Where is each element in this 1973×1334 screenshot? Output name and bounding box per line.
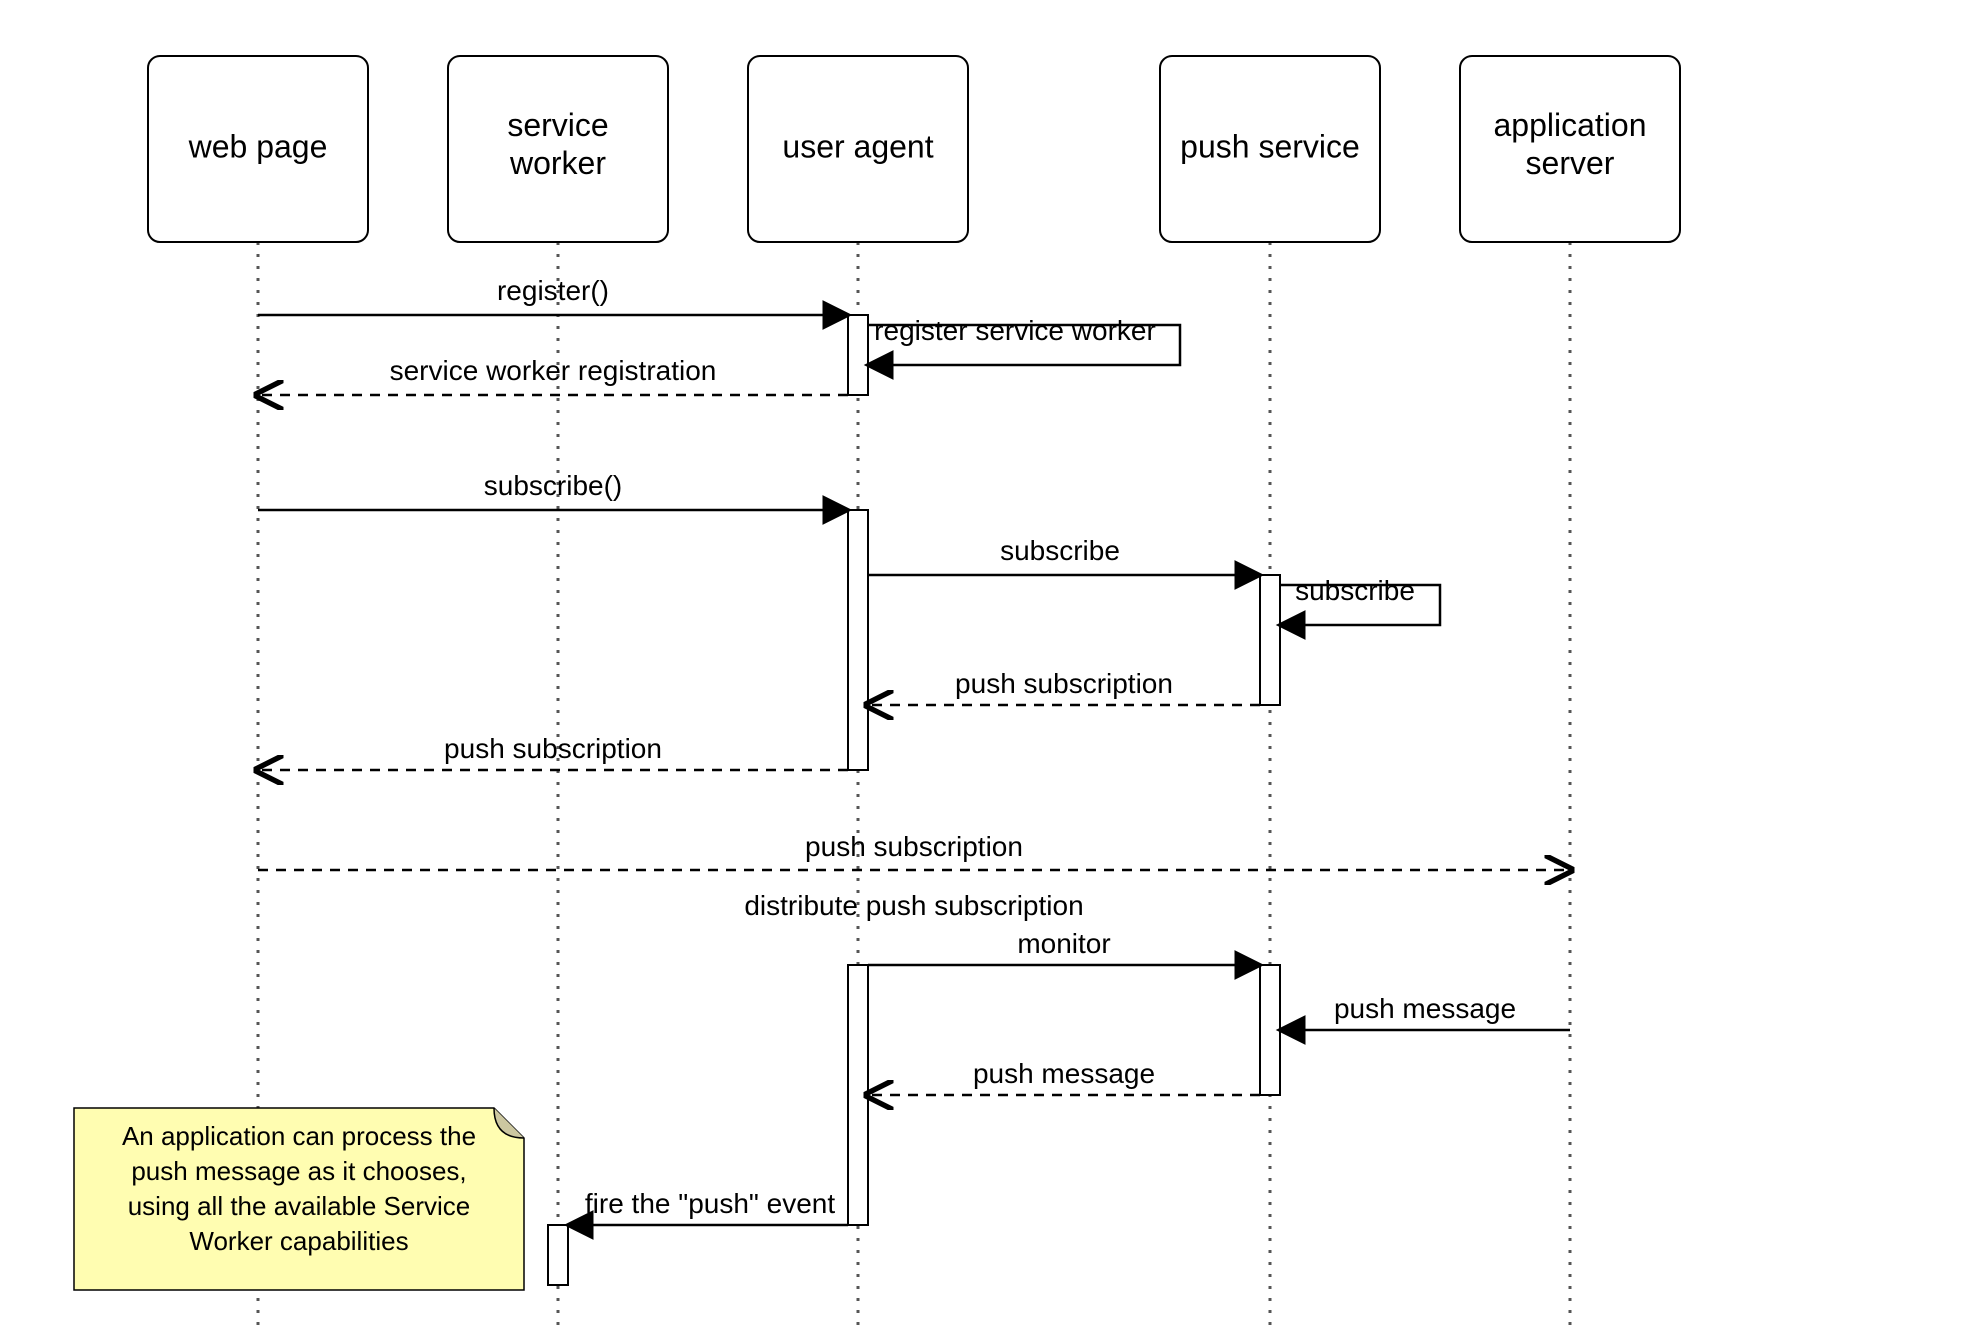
msg-push-msg-2: push message [973,1058,1155,1089]
msg-fire-push: fire the "push" event [585,1188,835,1219]
actor-service-worker: serviceworker [448,56,668,242]
activation-user-agent-2 [848,510,868,770]
msg-sw-registration: service worker registration [390,355,717,386]
actor-label: push service [1180,128,1360,164]
actor-push-service: push service [1160,56,1380,242]
msg-subscribe-call: subscribe() [484,470,622,501]
msg-push-sub-2: push subscription [444,733,662,764]
actor-application-server: applicationserver [1460,56,1680,242]
msg-push-msg-1: push message [1334,993,1516,1024]
actor-label: web page [188,128,328,164]
msg-subscribe: subscribe [1000,535,1120,566]
activation-service-worker [548,1225,568,1285]
msg-monitor: monitor [1017,928,1110,959]
note-line: An application can process the [122,1121,476,1151]
msg-distribute: distribute push subscription [744,890,1083,921]
note-line: using all the available Service [128,1191,471,1221]
note-line: push message as it chooses, [131,1156,466,1186]
note-line: Worker capabilities [189,1226,408,1256]
msg-subscribe-self: subscribe [1295,575,1415,606]
msg-push-sub-3: push subscription [805,831,1023,862]
note: An application can process the push mess… [74,1108,524,1290]
activation-push-service-2 [1260,965,1280,1095]
actor-user-agent: user agent [748,56,968,242]
sequence-diagram: web page serviceworker user agent push s… [0,0,1973,1334]
activation-user-agent-3 [848,965,868,1225]
msg-push-sub-1: push subscription [955,668,1173,699]
activation-user-agent-1 [848,315,868,395]
msg-register-sw: register service worker [874,315,1156,346]
actor-web-page: web page [148,56,368,242]
actor-label: user agent [782,128,933,164]
msg-register: register() [497,275,609,306]
activation-push-service-1 [1260,575,1280,705]
